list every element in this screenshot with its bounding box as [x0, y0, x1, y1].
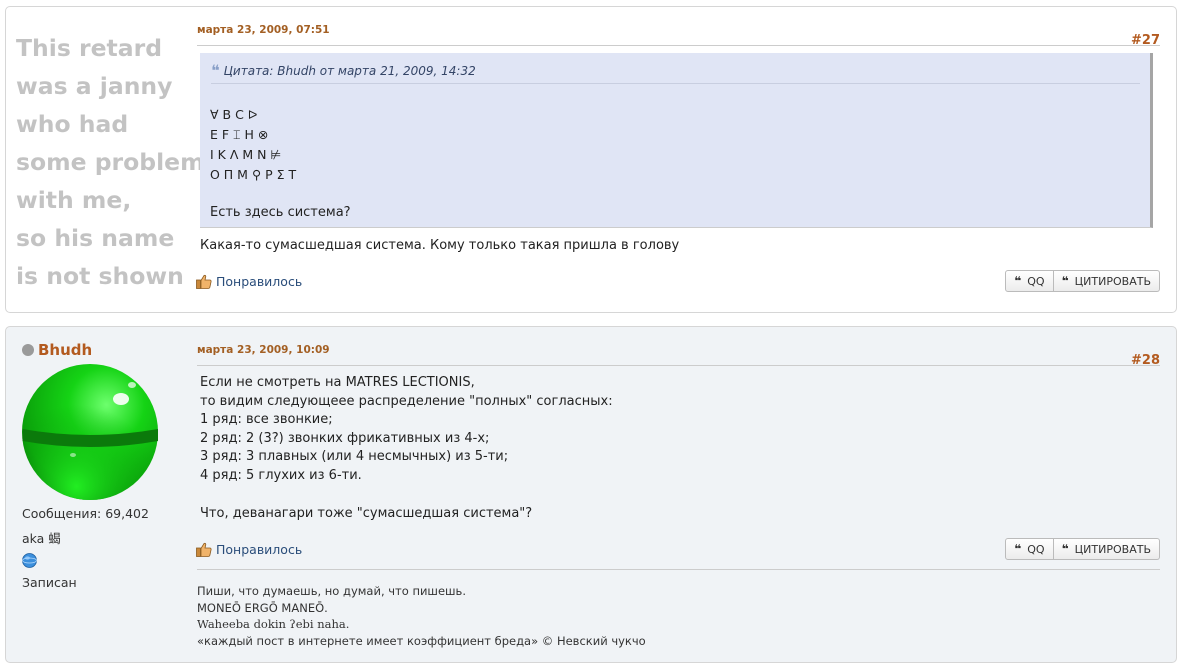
- post-28: Bhudh Сообщения: 69,402 aka 蝎 Записан ма…: [5, 326, 1177, 663]
- thumbs-up-icon: [196, 542, 212, 557]
- quote-question: Есть здесь система?: [210, 205, 351, 220]
- post-27: This retard was a janny who had some pro…: [5, 6, 1177, 313]
- signature-line: «каждый пост в интернете имеет коэффицие…: [197, 633, 646, 648]
- quote-line: ∀ B C ᐅ: [210, 107, 258, 122]
- signature: Пиши, что думаешь, но думай, что пишешь.…: [197, 569, 1160, 649]
- post-actions: ❝ QQ ❝ ЦИТИРОВАТЬ: [1005, 270, 1160, 292]
- poster-name: Bhudh: [22, 341, 92, 359]
- post-question: Что, деванагари тоже "сумасшедшая систем…: [200, 506, 533, 521]
- post-number[interactable]: #28: [1131, 353, 1160, 368]
- post-line: 1 ряд: все звонкие;: [200, 412, 333, 428]
- quote-block: ❝ Цитата: Bhudh от марта 21, 2009, 14:32 …: [200, 53, 1153, 228]
- qq-button[interactable]: ❝ QQ: [1005, 538, 1054, 560]
- post-actions: ❝ QQ ❝ ЦИТИРОВАТЬ: [1005, 538, 1160, 560]
- qq-label: QQ: [1027, 274, 1045, 288]
- quote-icon: ❝: [1014, 274, 1022, 288]
- signature-line: Пиши, что думаешь, но думай, что пишешь.: [197, 584, 466, 598]
- qq-button[interactable]: ❝ QQ: [1005, 270, 1054, 292]
- post-line: Если не смотреть на MATRES LECTIONIS,: [200, 375, 475, 390]
- post-line: 4 ряд: 5 глухих из 6-ти.: [200, 467, 362, 483]
- post-line: 2 ряд: 2 (3?) звонких фрикативных из 4-х…: [200, 430, 490, 446]
- like-label: Понравилось: [216, 274, 303, 289]
- avatar[interactable]: [21, 363, 161, 501]
- poster-note-line: was a janny: [16, 72, 173, 100]
- thumbs-up-icon: [196, 274, 212, 289]
- post-line: 3 ряд: 3 плавных (или 4 несмычных) из 5-…: [200, 449, 509, 465]
- quote-line: O Π M ⚲ P Σ T: [210, 167, 297, 182]
- poster-note-line: This retard: [16, 34, 163, 62]
- quote-label: ЦИТИРОВАТЬ: [1074, 542, 1151, 556]
- offline-status-icon: [22, 344, 34, 356]
- like-button[interactable]: Понравилось: [196, 542, 302, 557]
- like-button[interactable]: Понравилось: [196, 274, 302, 289]
- poster-note: This retard was a janny who had some pro…: [16, 29, 205, 295]
- post-count: Сообщения: 69,402: [22, 506, 149, 521]
- poster-note-line: with me,: [16, 186, 132, 214]
- quote-label: ЦИТИРОВАТЬ: [1074, 274, 1151, 288]
- signature-line: Waheeba dokin ʔebi naha.: [197, 617, 350, 631]
- post-header: марта 23, 2009, 07:51 #27: [197, 17, 1160, 48]
- qq-label: QQ: [1027, 542, 1045, 556]
- quote-citation-link[interactable]: Цитата: Bhudh от марта 21, 2009, 14:32: [224, 64, 476, 78]
- post-body: Если не смотреть на MATRES LECTIONIS, то…: [200, 374, 613, 486]
- user-aka: aka 蝎: [22, 531, 61, 546]
- quote-button[interactable]: ❝ ЦИТИРОВАТЬ: [1053, 270, 1160, 292]
- post-header: марта 23, 2009, 10:09 #28: [197, 337, 1160, 368]
- post-date[interactable]: марта 23, 2009, 07:51: [197, 24, 330, 36]
- quote-icon: ❝: [1061, 542, 1069, 556]
- poster-note-line: some problem: [16, 148, 205, 176]
- quote-button[interactable]: ❝ ЦИТИРОВАТЬ: [1053, 538, 1160, 560]
- quote-line: I K Λ M N ⊭: [210, 147, 282, 162]
- quote-icon: ❝: [1061, 274, 1069, 288]
- quote-line: E F ⌶ H ⊗: [210, 127, 269, 142]
- registered-label: Записан: [22, 575, 77, 590]
- poster-note-line: is not shown: [16, 262, 184, 290]
- signature-line: MONEŌ ERGŌ MANEŌ.: [197, 600, 328, 615]
- like-label: Понравилось: [216, 542, 303, 557]
- website-globe-icon[interactable]: [22, 553, 37, 568]
- post-line: то видим следующееe распределение "полны…: [200, 393, 613, 409]
- quote-header: ❝ Цитата: Bhudh от марта 21, 2009, 14:32: [211, 61, 1140, 84]
- username-link[interactable]: Bhudh: [38, 341, 92, 359]
- poster-note-line: so his name: [16, 224, 175, 252]
- post-body: Какая-то сумасшедшая система. Кому тольк…: [200, 238, 680, 253]
- quote-mark-icon: ❝: [211, 61, 220, 80]
- quote-lines: ∀ B C ᐅ E F ⌶ H ⊗ I K Λ M N ⊭ O Π M ⚲ P …: [210, 105, 296, 185]
- poster-note-line: who had: [16, 110, 129, 138]
- quote-icon: ❝: [1014, 542, 1022, 556]
- post-number[interactable]: #27: [1131, 33, 1160, 48]
- post-date[interactable]: марта 23, 2009, 10:09: [197, 344, 330, 356]
